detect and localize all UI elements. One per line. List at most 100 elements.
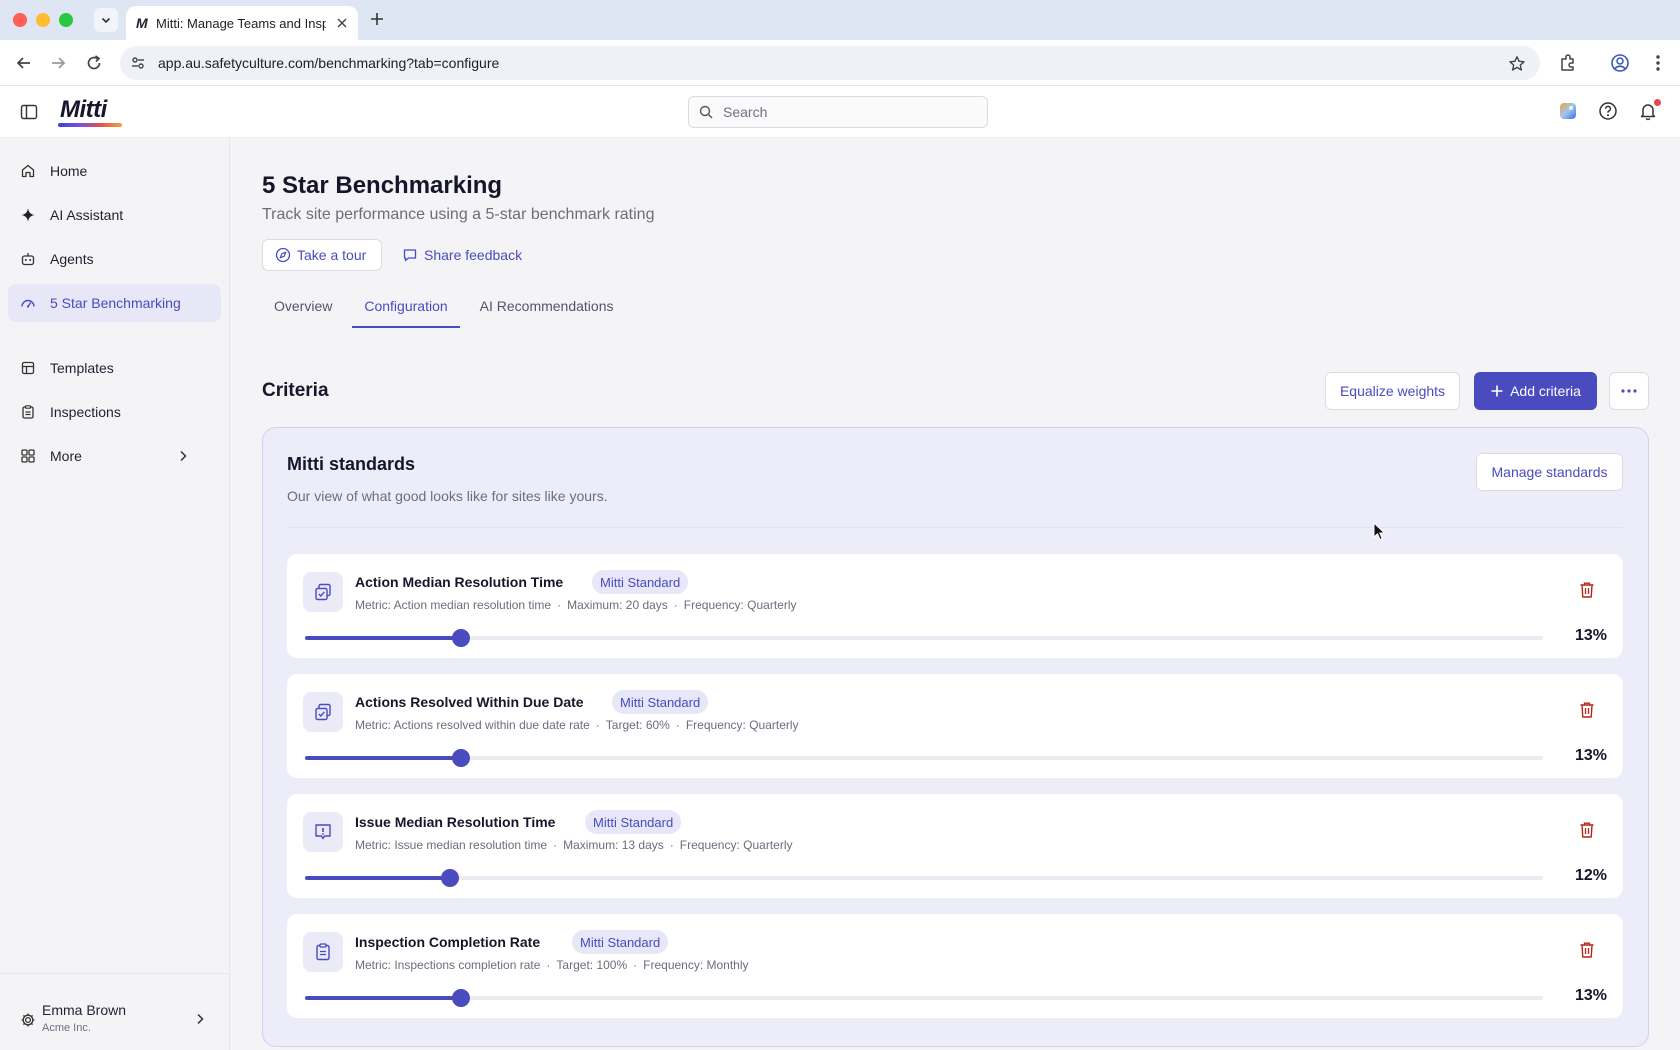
divider <box>287 527 1623 528</box>
search-input[interactable] <box>723 98 973 126</box>
slider-fill <box>305 876 450 880</box>
sidebar-item-templates[interactable]: Templates <box>8 349 221 387</box>
criterion-card: Action Median Resolution Time Mitti Stan… <box>287 554 1623 658</box>
tab-ai-recommendations[interactable]: AI Recommendations <box>468 296 626 328</box>
app-switcher-icon[interactable] <box>1558 101 1578 121</box>
sparkle-icon <box>20 207 42 223</box>
sidebar-item-agents[interactable]: Agents <box>8 240 221 278</box>
sidebar-item-ai-assistant[interactable]: AI Assistant <box>8 196 221 234</box>
robot-icon <box>20 251 42 267</box>
close-icon[interactable] <box>336 17 348 29</box>
trash-icon[interactable] <box>1579 821 1595 839</box>
standards-description: Our view of what good looks like for sit… <box>287 488 608 504</box>
window-zoom-button[interactable] <box>59 13 73 27</box>
weight-slider[interactable] <box>305 749 1543 767</box>
bookmark-star-icon[interactable] <box>1508 55 1526 73</box>
sidebar-item-label: 5 Star Benchmarking <box>50 295 181 311</box>
extensions-icon[interactable] <box>1558 53 1578 73</box>
sidebar-item-label: Home <box>50 163 88 179</box>
issue-icon <box>303 812 343 852</box>
slider-thumb[interactable] <box>451 989 470 1007</box>
limit-text: Target: 60% <box>605 718 670 732</box>
profile-icon[interactable] <box>1610 53 1630 73</box>
sidebar-item-inspections[interactable]: Inspections <box>8 393 221 431</box>
favicon: M <box>136 15 148 31</box>
window-minimize-button[interactable] <box>36 13 50 27</box>
mitti-standard-badge: Mitti Standard <box>592 570 689 594</box>
slider-thumb[interactable] <box>451 629 470 647</box>
chevron-right-icon <box>194 1012 206 1026</box>
trash-icon[interactable] <box>1579 941 1595 959</box>
template-icon <box>20 360 42 376</box>
sidebar-item-5-star-benchmarking[interactable]: 5 Star Benchmarking <box>8 284 221 322</box>
reload-icon[interactable] <box>84 53 104 73</box>
help-icon[interactable] <box>1598 101 1618 121</box>
site-settings-icon[interactable] <box>130 55 146 71</box>
slider-thumb[interactable] <box>440 869 459 887</box>
plus-icon[interactable] <box>368 10 386 28</box>
slider-fill <box>305 756 461 760</box>
criterion-card: Inspection Completion Rate Mitti Standar… <box>287 914 1623 1018</box>
manage-standards-button[interactable]: Manage standards <box>1476 453 1623 491</box>
chevron-right-icon <box>177 449 199 463</box>
compass-icon <box>275 247 291 263</box>
mitti-standard-badge: Mitti Standard <box>612 690 709 714</box>
metric-text: Metric: Issue median resolution time <box>355 838 548 852</box>
weight-value: 13% <box>1574 627 1607 644</box>
trash-icon[interactable] <box>1579 701 1595 719</box>
page-tabs: Overview Configuration AI Recommendation… <box>262 296 633 328</box>
criterion-meta: Metric: Actions resolved within due date… <box>355 718 799 732</box>
tab-configuration[interactable]: Configuration <box>352 296 460 328</box>
sidebar-item-label: More <box>50 448 82 464</box>
take-a-tour-button[interactable]: Take a tour <box>262 239 382 271</box>
criterion-name: Issue Median Resolution Time <box>355 814 556 830</box>
weight-slider[interactable] <box>305 989 1543 1007</box>
tab-search-button[interactable] <box>94 8 118 32</box>
sidebar-item-more[interactable]: More <box>8 437 221 475</box>
equalize-weights-button[interactable]: Equalize weights <box>1325 372 1460 410</box>
chevron-down-icon <box>100 14 112 26</box>
sidebar-toggle-icon[interactable] <box>20 103 38 121</box>
frequency-text: Frequency: Quarterly <box>679 838 793 852</box>
criterion-name: Actions Resolved Within Due Date <box>355 694 584 710</box>
kebab-menu-icon[interactable] <box>1650 53 1666 73</box>
more-options-button[interactable] <box>1609 372 1649 410</box>
standards-title: Mitti standards <box>287 454 416 474</box>
browser-tab[interactable]: M Mitti: Manage Teams and Insp <box>126 6 358 40</box>
add-criteria-label: Add criteria <box>1510 383 1581 399</box>
clipboard-icon <box>20 404 42 420</box>
share-feedback-button[interactable]: Share feedback <box>402 239 522 271</box>
actions-icon <box>303 572 343 612</box>
weight-slider[interactable] <box>305 869 1543 887</box>
slider-thumb[interactable] <box>451 749 470 767</box>
limit-text: Target: 100% <box>556 958 628 972</box>
back-icon[interactable] <box>14 53 34 73</box>
mitti-standards-card: Mitti standards Our view of what good lo… <box>262 427 1649 1047</box>
user-menu[interactable]: Emma Brown Acme Inc. <box>0 973 230 1050</box>
chat-bubble-icon <box>402 247 418 263</box>
app-logo[interactable]: Mitti <box>60 96 107 124</box>
frequency-text: Frequency: Quarterly <box>683 598 797 612</box>
grid-icon <box>20 448 42 464</box>
gear-icon <box>20 1012 36 1028</box>
add-criteria-button[interactable]: Add criteria <box>1474 372 1597 410</box>
window-close-button[interactable] <box>13 13 27 27</box>
mitti-standard-badge: Mitti Standard <box>585 810 682 834</box>
ellipsis-icon <box>1620 388 1638 394</box>
limit-text: Maximum: 13 days <box>563 838 664 852</box>
criterion-meta: Metric: Inspections completion rate · Targ… <box>355 958 749 972</box>
address-bar[interactable]: app.au.safetyculture.com/benchmarking?ta… <box>120 46 1540 80</box>
mouse-cursor-icon <box>1373 522 1387 542</box>
criterion-meta: Metric: Issue median resolution time · Max… <box>355 838 793 852</box>
actions-icon <box>303 692 343 732</box>
clipboard-icon <box>303 932 343 972</box>
trash-icon[interactable] <box>1579 581 1595 599</box>
forward-icon[interactable] <box>48 53 68 73</box>
sidebar-item-home[interactable]: Home <box>8 152 221 190</box>
browser-tab-title: Mitti: Manage Teams and Insp <box>156 15 326 31</box>
search-box[interactable] <box>688 96 988 128</box>
criterion-name: Action Median Resolution Time <box>355 574 564 590</box>
weight-slider[interactable] <box>305 629 1543 647</box>
frequency-text: Frequency: Quarterly <box>685 718 799 732</box>
tab-overview[interactable]: Overview <box>262 296 344 328</box>
